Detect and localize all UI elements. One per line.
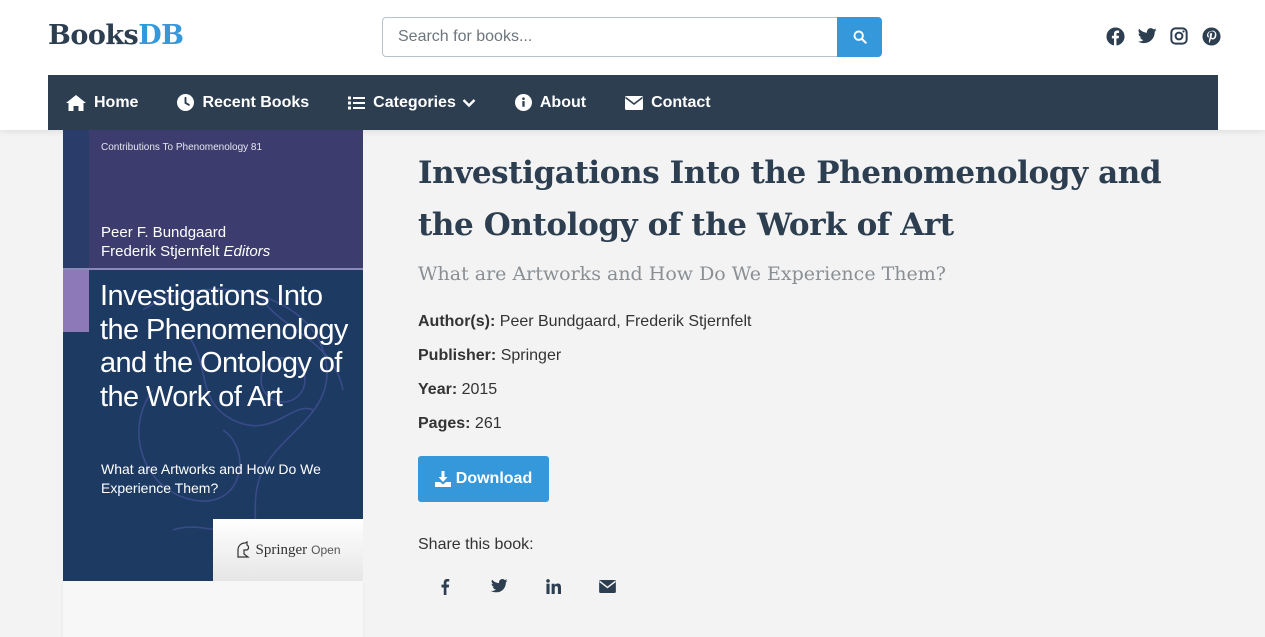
nav-item-home[interactable]: Home	[66, 94, 138, 112]
book-title: Investigations Into the Phenomenology an…	[418, 155, 1162, 243]
book-subtitle: What are Artworks and How Do We Experien…	[418, 263, 946, 285]
publisher-label: Publisher:	[418, 347, 497, 364]
home-icon	[66, 94, 86, 111]
nav-label: Categories	[373, 93, 456, 111]
cover-editors: Peer F. Bundgaard Frederik Stjernfelt Ed…	[101, 223, 270, 261]
book-pages: Pages: 261	[418, 415, 502, 433]
pinterest-icon[interactable]	[1201, 26, 1221, 46]
linkedin-icon[interactable]	[526, 570, 580, 602]
download-button[interactable]: Download	[418, 456, 549, 502]
site-header: BooksDB Home Recent Books Ca	[0, 0, 1265, 130]
book-year: Year: 2015	[418, 381, 497, 399]
download-label: Download	[455, 470, 533, 487]
cover-publisher-badge: Springer Open	[213, 519, 363, 581]
cover-band-left	[63, 130, 89, 268]
logo-text-accent: DB	[138, 20, 184, 51]
book-cover: Contributions To Phenomenology 81 Peer F…	[63, 130, 363, 581]
year-label: Year:	[418, 381, 458, 398]
chevron-down-icon	[462, 98, 476, 107]
nav-item-about[interactable]: About	[514, 93, 587, 112]
authors-label: Author(s):	[418, 313, 496, 330]
envelope-icon[interactable]	[580, 570, 634, 602]
cover-editor-2: Frederik Stjernfelt	[101, 243, 220, 260]
nav-label: About	[539, 93, 587, 111]
book-authors: Author(s): Peer Bundgaard, Frederik Stje…	[418, 313, 751, 331]
share-links	[418, 570, 634, 602]
nav-item-categories[interactable]: Categories	[348, 94, 476, 112]
nav-label: Contact	[651, 93, 711, 111]
springer-horse-icon	[237, 541, 251, 558]
instagram-icon[interactable]	[1169, 26, 1189, 46]
pages-value: 261	[474, 415, 502, 432]
cover-title: Investigations Into the Phenomenology an…	[100, 280, 348, 413]
search-input[interactable]	[382, 17, 838, 57]
cover-editor-2-line: Frederik Stjernfelt Editors	[101, 242, 270, 261]
nav-item-contact[interactable]: Contact	[625, 94, 711, 112]
search-icon	[853, 30, 867, 44]
logo-text-primary: Books	[48, 20, 139, 51]
facebook-icon[interactable]	[1105, 26, 1125, 46]
twitter-icon[interactable]	[472, 570, 526, 602]
list-icon	[348, 96, 366, 109]
download-icon	[434, 471, 451, 487]
cover-publisher-name: Springer	[255, 541, 308, 558]
twitter-icon[interactable]	[1137, 26, 1157, 46]
search-form	[382, 17, 882, 57]
facebook-icon[interactable]	[418, 570, 472, 602]
pages-label: Pages:	[418, 415, 471, 432]
nav-label: Home	[94, 93, 139, 111]
cover-card-bottom	[63, 581, 363, 637]
header-social-links	[1105, 26, 1221, 46]
main-nav: Home Recent Books Categories About Conta…	[48, 75, 1218, 130]
cover-editor-1: Peer F. Bundgaard	[101, 224, 227, 241]
info-icon	[514, 94, 532, 111]
nav-item-recent-books[interactable]: Recent Books	[177, 94, 309, 112]
publisher-value: Springer	[500, 347, 562, 364]
year-value: 2015	[461, 381, 498, 398]
site-logo[interactable]: BooksDB	[48, 20, 184, 51]
book-publisher: Publisher: Springer	[418, 347, 561, 365]
search-button[interactable]	[837, 17, 882, 57]
clock-icon	[177, 94, 195, 111]
cover-editors-label: Editors	[223, 243, 271, 260]
envelope-icon	[625, 95, 644, 110]
nav-label: Recent Books	[202, 93, 310, 111]
share-label: Share this book:	[418, 536, 534, 553]
cover-publisher-suffix: Open	[311, 543, 341, 557]
authors-value: Peer Bundgaard, Frederik Stjernfelt	[499, 313, 752, 330]
cover-series: Contributions To Phenomenology 81	[101, 142, 263, 153]
cover-subtitle: What are Artworks and How Do We Experien…	[101, 461, 321, 496]
